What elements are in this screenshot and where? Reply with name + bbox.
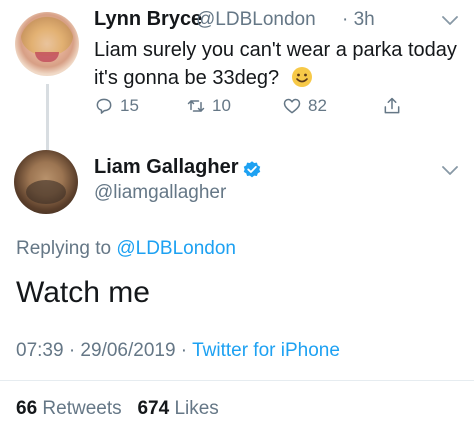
retweet-icon <box>187 100 205 112</box>
retweet-button[interactable]: 10 <box>186 96 231 116</box>
like-count: 82 <box>308 96 327 115</box>
tweet-source-link[interactable]: Twitter for iPhone <box>192 340 340 361</box>
retweets-label: Retweets <box>42 398 122 419</box>
verified-badge-icon <box>243 161 261 178</box>
like-button[interactable]: 82 <box>282 96 327 116</box>
author-name[interactable]: Liam Gallagher <box>94 156 239 179</box>
replying-to: Replying to @LDBLondon <box>16 238 236 260</box>
tweet-text-content: Liam surely you can't wear a parka today… <box>94 39 457 89</box>
likes-label: Likes <box>174 398 219 419</box>
heart-icon <box>283 98 301 114</box>
reply-icon <box>96 98 112 114</box>
chevron-down-icon[interactable] <box>442 166 458 176</box>
share-button[interactable] <box>382 96 408 116</box>
likes-stat[interactable]: 674 Likes <box>137 398 218 419</box>
reply-count: 15 <box>120 96 139 115</box>
reply-button[interactable]: 15 <box>94 96 139 116</box>
avatar[interactable] <box>15 12 79 76</box>
thread-connector <box>46 84 49 150</box>
tweet-time[interactable]: · 3h <box>342 9 375 31</box>
tweet-meta: 07:39 · 29/06/2019 · Twitter for iPhone <box>16 340 340 362</box>
retweet-count: 10 <box>212 96 231 115</box>
smiley-emoji-icon <box>291 67 312 87</box>
author-handle[interactable]: @liamgallagher <box>94 182 226 204</box>
tweet-text: Liam surely you can't wear a parka today… <box>94 36 464 92</box>
tweet-actions: 15 10 82 <box>94 96 424 118</box>
likes-count: 674 <box>137 398 170 419</box>
author-name[interactable]: Lynn Bryce <box>94 8 202 31</box>
tweet-text: Watch me <box>16 276 150 309</box>
tweet-stats: 66 Retweets 674 Likes <box>16 398 219 420</box>
divider <box>0 380 474 381</box>
replying-to-prefix: Replying to <box>16 238 112 259</box>
chevron-down-icon[interactable] <box>442 16 458 26</box>
author-handle[interactable]: @LDBLondon <box>196 9 316 31</box>
avatar[interactable] <box>14 150 78 214</box>
replying-to-handle-link[interactable]: @LDBLondon <box>116 238 236 259</box>
share-icon <box>384 97 400 114</box>
retweets-count: 66 <box>16 398 38 419</box>
tweet-timestamp[interactable]: 07:39 · 29/06/2019 · <box>16 340 187 361</box>
retweets-stat[interactable]: 66 Retweets <box>16 398 127 419</box>
